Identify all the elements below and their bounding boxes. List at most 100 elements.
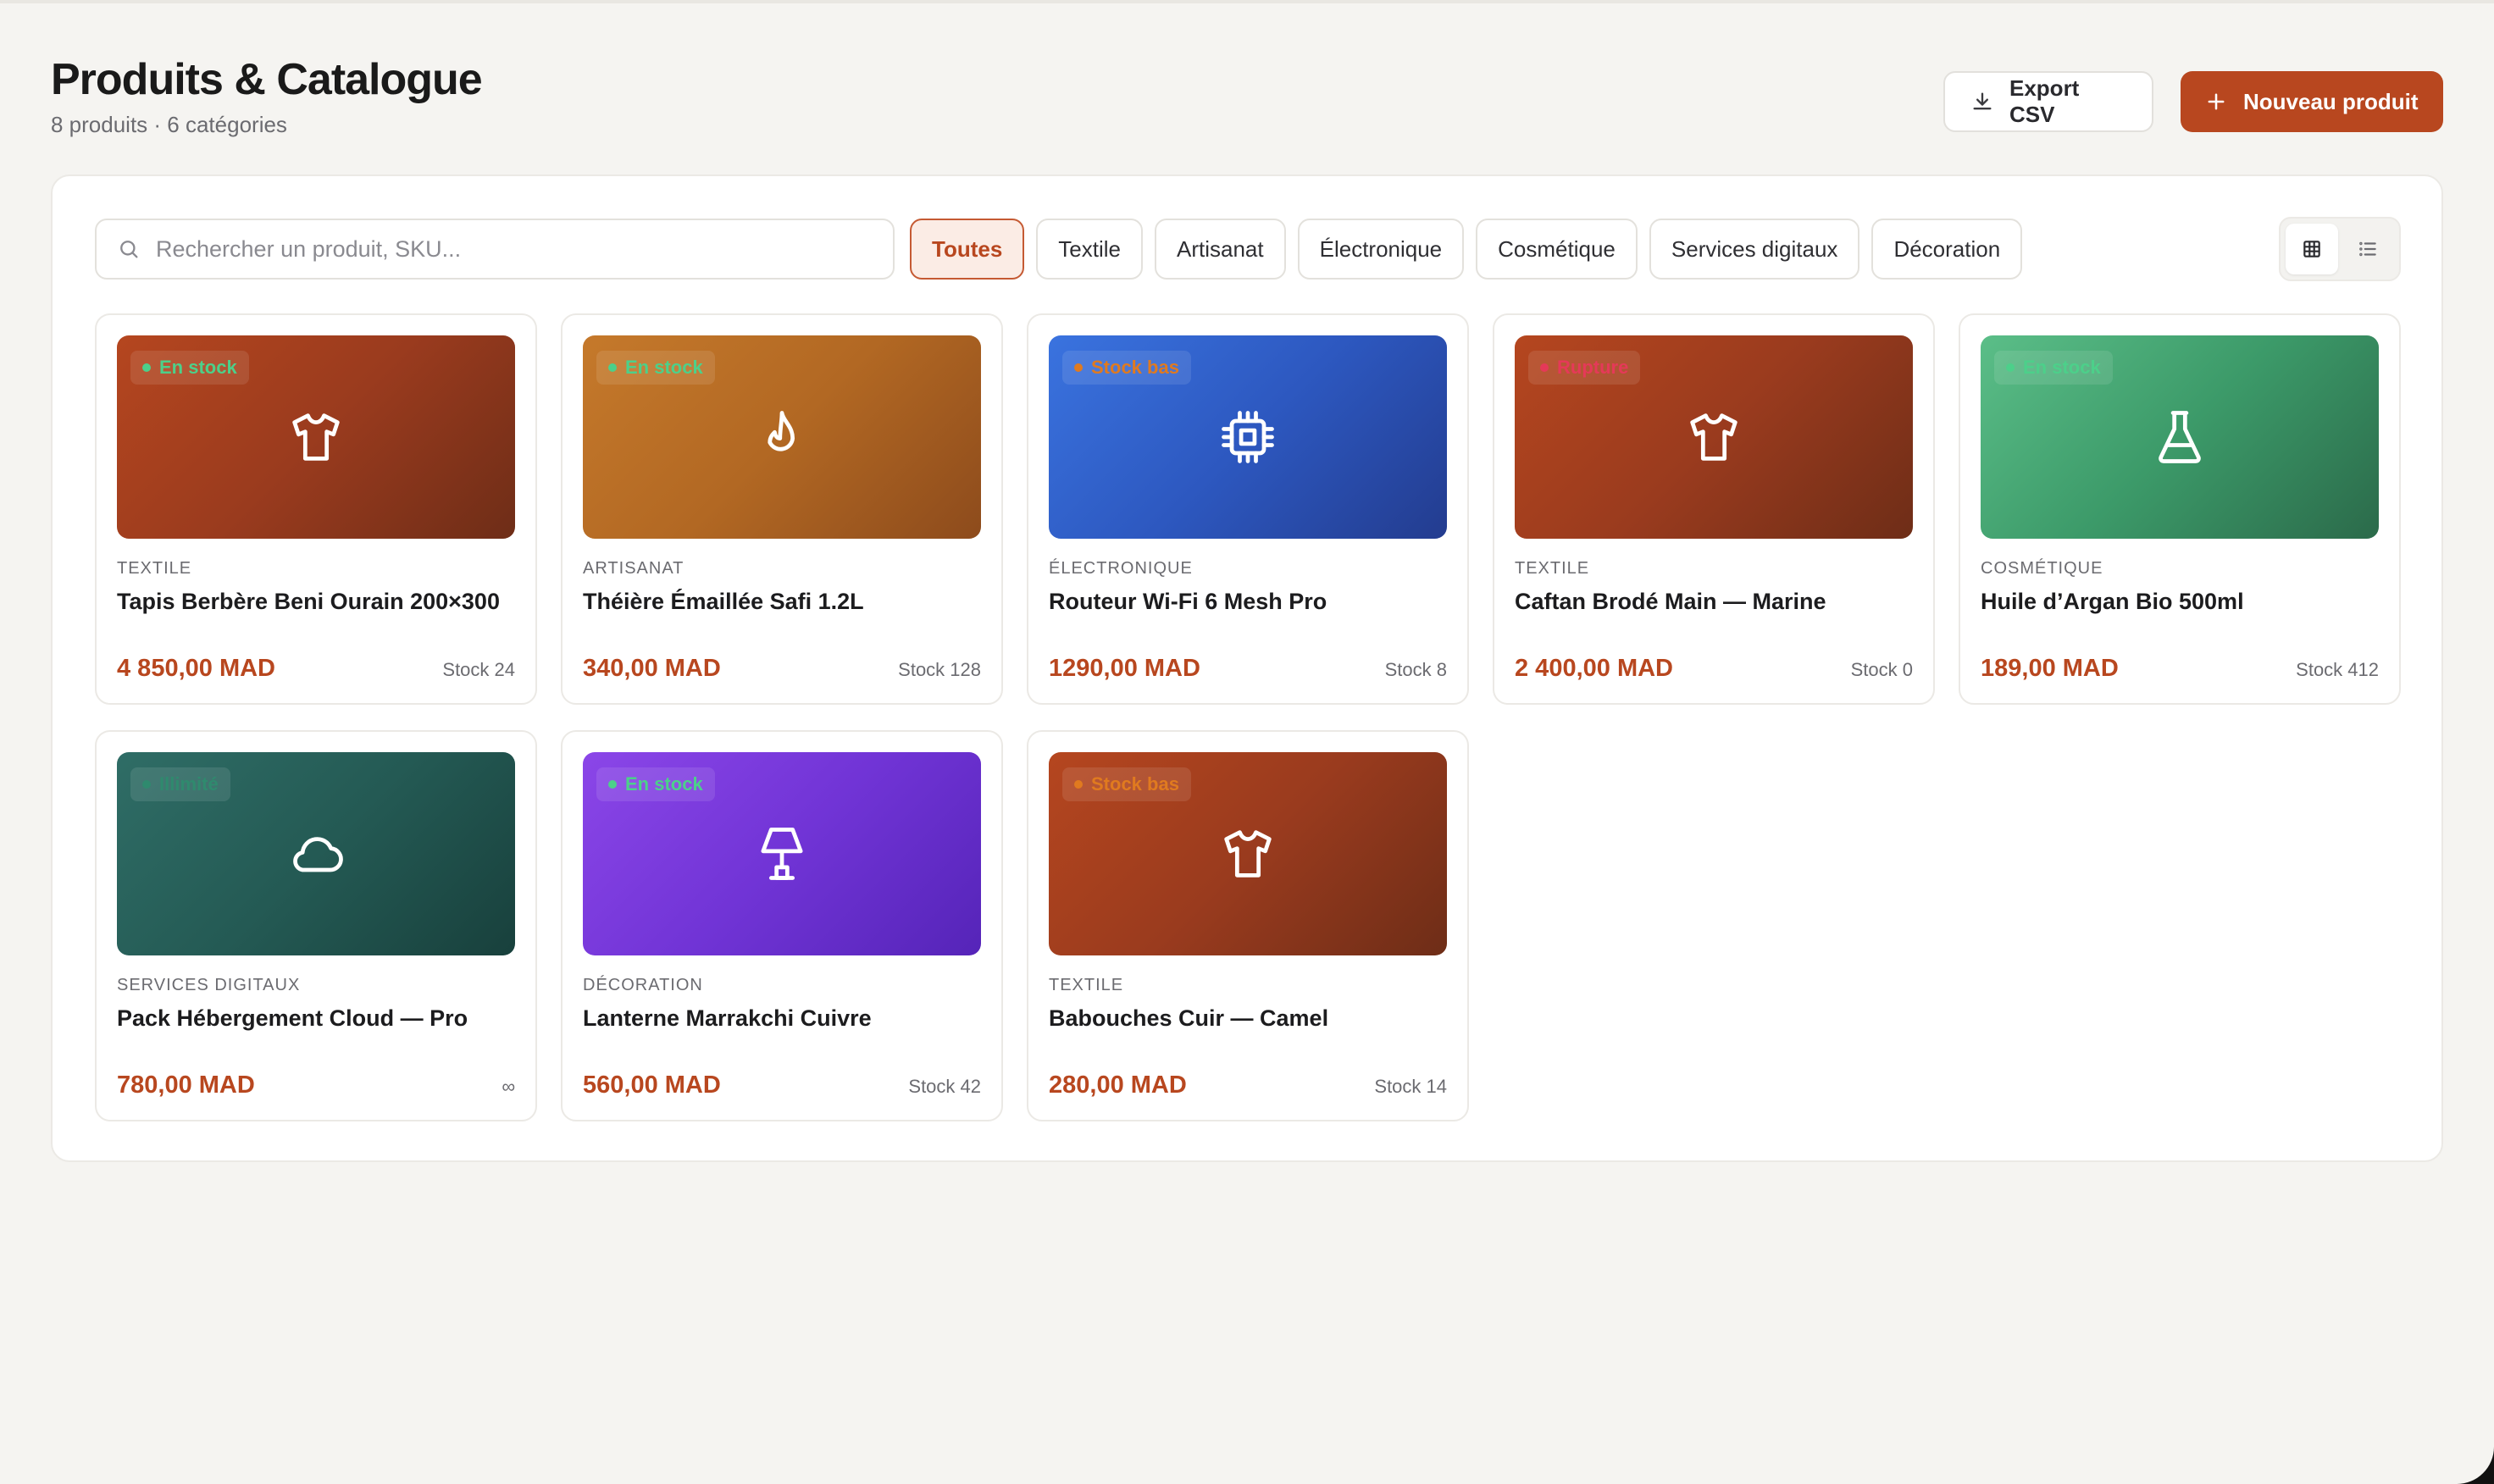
- status-badge: En stock: [130, 351, 249, 385]
- product-stock: Stock 0: [1850, 659, 1913, 680]
- product-name: Babouches Cuir — Camel: [1049, 1005, 1329, 1031]
- shirt-icon: [292, 413, 340, 461]
- new-product-label: Nouveau produit: [2243, 88, 2419, 114]
- header-actions: Export CSV Nouveau produit: [1943, 71, 2443, 132]
- category-filters: Toutes Textile Artisanat Électronique Cosmét…: [910, 219, 2023, 280]
- new-product-button[interactable]: Nouveau produit: [2181, 71, 2443, 132]
- product-thumbnail: En stock: [583, 335, 981, 539]
- product-name: Tapis Berbère Beni Ourain 200×300: [117, 589, 500, 614]
- catalogue-panel: ToutesTextileArtisanatÉlectroniqueCosmét…: [51, 174, 2443, 1162]
- product-card[interactable]: En stock DÉCORATION Lanterne Marrakchi C…: [561, 730, 1003, 1121]
- product-stock: ∞: [502, 1076, 515, 1097]
- product-card[interactable]: Rupture TEXTILE Caftan Brodé Main — Mari…: [1493, 313, 1935, 705]
- filter-chip-toutes[interactable]: Toutes: [910, 219, 1025, 280]
- list-icon: [2359, 241, 2376, 257]
- product-card[interactable]: En stock ARTISANAT Théière Émaillée Safi…: [561, 313, 1003, 705]
- product-name: Lanterne Marrakchi Cuivre: [583, 1005, 872, 1031]
- status-dot: [608, 363, 617, 372]
- filter-chip-artisanat[interactable]: Artisanat: [1155, 219, 1286, 280]
- price-row: 340,00 MAD Stock 128: [583, 655, 981, 683]
- filter-chip-decoration[interactable]: Décoration: [1871, 219, 2023, 280]
- page-header: Produits & Catalogue 8 produits · 6 caté…: [51, 53, 2443, 146]
- grid-view-button[interactable]: [2286, 224, 2338, 274]
- list-view-button[interactable]: [2342, 224, 2394, 274]
- product-price: 4 850,00 MAD: [117, 655, 275, 682]
- search-box[interactable]: [95, 219, 895, 280]
- product-thumbnail: Illimité: [117, 752, 515, 955]
- flask-icon: [2159, 411, 2201, 463]
- status-label: Stock bas: [1091, 773, 1179, 795]
- export-csv-button[interactable]: Export CSV: [1943, 71, 2153, 132]
- product-stock: Stock 42: [908, 1076, 981, 1097]
- product-stock: Stock 14: [1374, 1076, 1447, 1097]
- product-price: 2 400,00 MAD: [1515, 655, 1673, 682]
- status-dot: [2006, 363, 2015, 372]
- top-divider: [0, 0, 2494, 3]
- grid-icon: [2303, 241, 2320, 257]
- flame-icon: [768, 411, 795, 451]
- product-price: 189,00 MAD: [1981, 655, 2119, 682]
- product-grid: En stock TEXTILE Tapis Berbère Beni Oura…: [95, 313, 2401, 1121]
- lamp-icon: [761, 828, 803, 880]
- status-badge: En stock: [596, 767, 715, 801]
- status-label: En stock: [159, 357, 237, 378]
- product-name: Caftan Brodé Main — Marine: [1515, 589, 1826, 614]
- status-label: En stock: [625, 773, 703, 795]
- product-category: TEXTILE: [1515, 559, 1590, 578]
- price-row: 280,00 MAD Stock 14: [1049, 1071, 1447, 1099]
- product-category: COSMÉTIQUE: [1981, 559, 2103, 578]
- view-toggle: [2279, 217, 2401, 281]
- product-card[interactable]: En stock TEXTILE Tapis Berbère Beni Oura…: [95, 313, 537, 705]
- shirt-icon: [1690, 413, 1737, 461]
- cpu-icon: [1222, 411, 1274, 463]
- status-label: Rupture: [1557, 357, 1629, 378]
- filter-chip-electronique[interactable]: Électronique: [1297, 219, 1465, 280]
- product-thumbnail: Rupture: [1515, 335, 1913, 539]
- status-badge: En stock: [596, 351, 715, 385]
- product-thumbnail: Stock bas: [1049, 335, 1447, 539]
- product-category: SERVICES DIGITAUX: [117, 976, 301, 994]
- status-dot: [1074, 780, 1083, 789]
- product-card[interactable]: En stock COSMÉTIQUE Huile d’Argan Bio 50…: [1959, 313, 2401, 705]
- status-badge: En stock: [1994, 351, 2113, 385]
- filter-chip-textile[interactable]: Textile: [1036, 219, 1143, 280]
- cloud-icon: [293, 837, 343, 872]
- plus-icon: [2208, 93, 2225, 110]
- filter-chip-services-digitaux[interactable]: Services digitaux: [1649, 219, 1860, 280]
- search-input[interactable]: [156, 235, 851, 263]
- status-dot: [1540, 363, 1549, 372]
- shirt-icon: [1224, 830, 1272, 878]
- product-category: TEXTILE: [117, 559, 192, 578]
- product-price: 340,00 MAD: [583, 655, 721, 682]
- product-category: TEXTILE: [1049, 976, 1124, 994]
- product-price: 280,00 MAD: [1049, 1071, 1187, 1099]
- product-stock: Stock 24: [442, 659, 515, 680]
- product-name: Pack Hébergement Cloud — Pro: [117, 1005, 468, 1031]
- product-price: 560,00 MAD: [583, 1071, 721, 1099]
- status-badge: Stock bas: [1062, 351, 1191, 385]
- product-thumbnail: En stock: [583, 752, 981, 955]
- product-card[interactable]: Illimité SERVICES DIGITAUX Pack Hébergem…: [95, 730, 537, 1121]
- product-category: ÉLECTRONIQUE: [1049, 559, 1193, 578]
- product-name: Routeur Wi-Fi 6 Mesh Pro: [1049, 589, 1327, 614]
- status-label: Stock bas: [1091, 357, 1179, 378]
- product-card[interactable]: Stock bas ÉLECTRONIQUE Routeur Wi-Fi 6 M…: [1027, 313, 1469, 705]
- search-icon: [120, 241, 138, 258]
- product-price: 780,00 MAD: [117, 1071, 255, 1099]
- product-category: DÉCORATION: [583, 976, 703, 994]
- export-csv-label: Export CSV: [2009, 75, 2080, 127]
- download-icon: [1973, 92, 1992, 110]
- product-category: ARTISANAT: [583, 559, 684, 578]
- price-row: 2 400,00 MAD Stock 0: [1515, 655, 1913, 683]
- status-badge: Rupture: [1528, 351, 1641, 385]
- window-corner: [2457, 1447, 2494, 1484]
- product-stock: Stock 412: [2296, 659, 2379, 680]
- price-row: 4 850,00 MAD Stock 24: [117, 655, 515, 683]
- price-row: 1290,00 MAD Stock 8: [1049, 655, 1447, 683]
- price-row: 560,00 MAD Stock 42: [583, 1071, 981, 1099]
- product-card[interactable]: Stock bas TEXTILE Babouches Cuir — Camel…: [1027, 730, 1469, 1121]
- product-stock: Stock 8: [1384, 659, 1447, 680]
- filter-chip-cosmetique[interactable]: Cosmétique: [1476, 219, 1638, 280]
- product-thumbnail: Stock bas: [1049, 752, 1447, 955]
- product-name: Huile d’Argan Bio 500ml: [1981, 589, 2244, 614]
